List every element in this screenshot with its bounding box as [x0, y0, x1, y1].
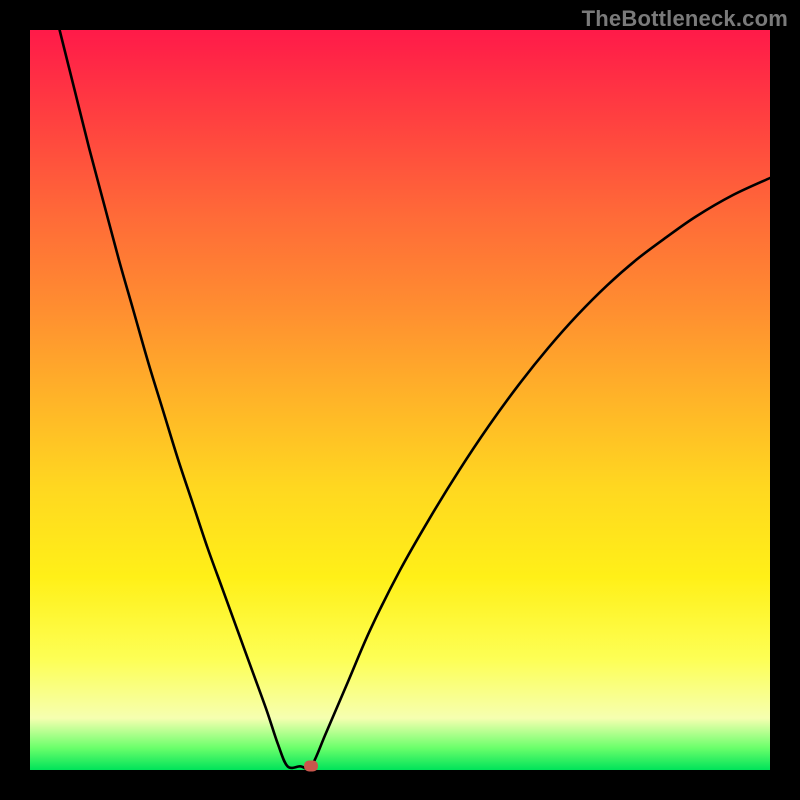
- bottleneck-curve: [30, 30, 770, 770]
- chart-frame: TheBottleneck.com: [0, 0, 800, 800]
- plot-area: [30, 30, 770, 770]
- optimum-marker: [304, 761, 318, 772]
- watermark-text: TheBottleneck.com: [582, 6, 788, 32]
